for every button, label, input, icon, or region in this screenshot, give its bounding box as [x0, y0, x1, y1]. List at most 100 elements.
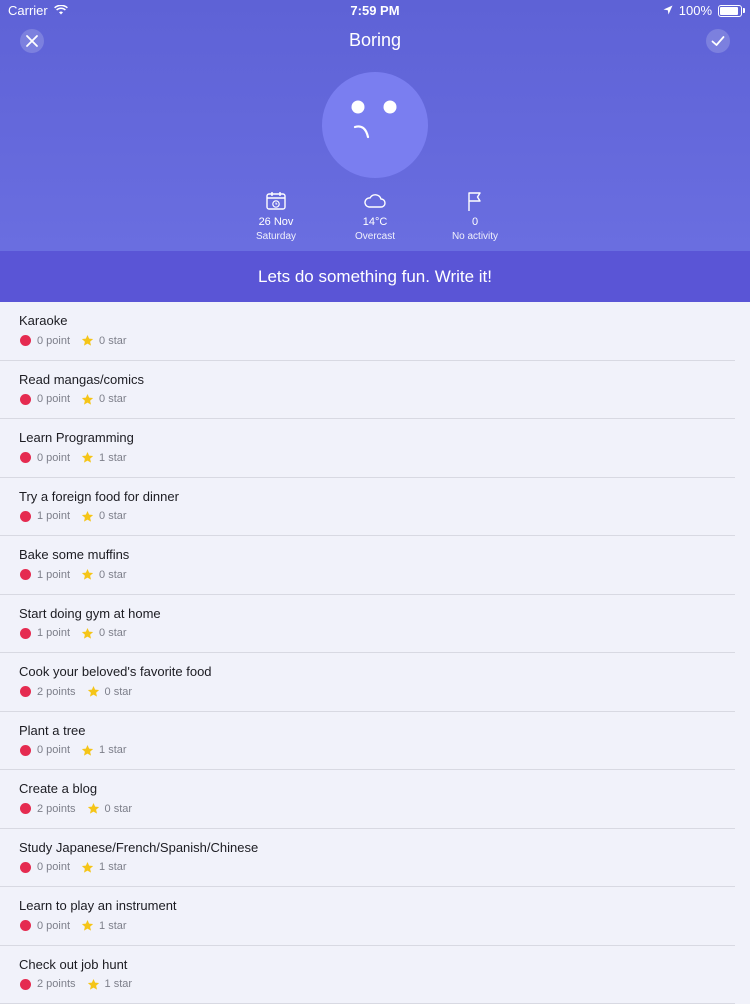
star-icon [87, 802, 100, 815]
activity-title: Read mangas/comics [19, 372, 144, 387]
activity-meta: 0 point 1 star [20, 744, 127, 757]
calendar-icon [265, 190, 287, 212]
activity-stars: 1 star [99, 861, 127, 873]
activity-title: Check out job hunt [19, 957, 127, 972]
activity-points: 1 point [37, 510, 70, 522]
list-item[interactable]: Start doing gym at home 1 point 0 star [0, 595, 735, 654]
list-item[interactable]: Bake some muffins 1 point 0 star [0, 536, 735, 595]
page-title: Boring [0, 30, 750, 51]
stat-activity: 0 No activity [415, 190, 535, 242]
star-icon [81, 334, 94, 347]
bored-face-icon [322, 72, 428, 178]
activity-points: 0 point [37, 393, 70, 405]
activity-title: Learn to play an instrument [19, 898, 177, 913]
battery-fill [720, 7, 738, 15]
activity-meta: 2 points 0 star [20, 685, 132, 698]
cloud-icon [363, 190, 387, 212]
day-stats: 26 Nov Saturday 14°C Overcast 0 No activ… [0, 190, 750, 246]
point-dot-icon [20, 862, 31, 873]
point-dot-icon [20, 394, 31, 405]
stat-activity-count: 0 [415, 216, 535, 228]
star-icon [81, 393, 94, 406]
star-icon [81, 627, 94, 640]
confirm-button[interactable] [706, 29, 730, 53]
activity-meta: 0 point 0 star [20, 334, 127, 347]
star-icon [81, 451, 94, 464]
activity-meta: 1 point 0 star [20, 568, 127, 581]
list-item[interactable]: Check out job hunt 2 points 1 star [0, 946, 735, 1004]
activity-meta: 0 point 1 star [20, 861, 127, 874]
activity-points: 1 point [37, 627, 70, 639]
activity-meta: 0 point 1 star [20, 919, 127, 932]
activity-meta: 0 point 0 star [20, 393, 127, 406]
point-dot-icon [20, 920, 31, 931]
activity-meta: 1 point0 star [20, 510, 127, 523]
star-icon [81, 861, 94, 874]
activity-meta: 1 point 0 star [20, 627, 127, 640]
write-activity-banner[interactable]: Lets do something fun. Write it! [0, 251, 750, 302]
battery-percent: 100% [679, 3, 712, 18]
list-item[interactable]: Karaoke 0 point 0 star [0, 302, 735, 361]
activity-stars: 0 star [99, 393, 127, 405]
clock: 7:59 PM [0, 3, 750, 18]
point-dot-icon [20, 335, 31, 346]
mood-face-avatar [322, 72, 428, 178]
list-item[interactable]: Read mangas/comics 0 point 0 star [0, 361, 735, 420]
activity-title: Karaoke [19, 313, 67, 328]
activity-title: Cook your beloved's favorite food [19, 664, 212, 679]
star-icon [81, 919, 94, 932]
location-arrow-icon [663, 3, 673, 18]
activity-points: 1 point [37, 569, 70, 581]
list-item[interactable]: Learn Programming 0 point 1 star [0, 419, 735, 478]
stat-activity-label: No activity [415, 231, 535, 242]
list-item[interactable]: Study Japanese/French/Spanish/Chinese 0 p… [0, 829, 735, 888]
point-dot-icon [20, 511, 31, 522]
star-icon [81, 510, 94, 523]
activity-title: Try a foreign food for dinner [19, 489, 179, 504]
point-dot-icon [20, 686, 31, 697]
activity-meta: 0 point 1 star [20, 451, 127, 464]
activity-title: Create a blog [19, 781, 97, 796]
list-item[interactable]: Try a foreign food for dinner 1 point0 st… [0, 478, 735, 537]
activity-meta: 2 points 0 star [20, 802, 132, 815]
activity-stars: 1 star [99, 920, 127, 932]
activity-points: 0 point [37, 861, 70, 873]
activity-title: Start doing gym at home [19, 606, 161, 621]
activity-points: 2 points [37, 803, 76, 815]
point-dot-icon [20, 569, 31, 580]
list-item[interactable]: Cook your beloved's favorite food 2 point… [0, 653, 735, 712]
activity-stars: 0 star [99, 569, 127, 581]
mood-header: Carrier 7:59 PM 100% Boring [0, 0, 750, 251]
star-icon [87, 685, 100, 698]
activity-stars: 0 star [99, 627, 127, 639]
activity-stars: 1 star [105, 978, 133, 990]
activity-stars: 0 star [99, 335, 127, 347]
activity-stars: 1 star [99, 744, 127, 756]
flag-icon [465, 190, 485, 212]
activity-points: 0 point [37, 335, 70, 347]
activity-stars: 0 star [105, 803, 133, 815]
activity-points: 2 points [37, 978, 76, 990]
point-dot-icon [20, 628, 31, 639]
star-icon [81, 568, 94, 581]
activity-stars: 0 star [105, 686, 133, 698]
activity-stars: 1 star [99, 452, 127, 464]
list-item[interactable]: Create a blog 2 points 0 star [0, 770, 735, 829]
list-item[interactable]: Learn to play an instrument 0 point 1 star [0, 887, 735, 946]
star-icon [81, 744, 94, 757]
checkmark-icon [711, 35, 725, 47]
activity-points: 2 points [37, 686, 76, 698]
point-dot-icon [20, 452, 31, 463]
star-icon [87, 978, 100, 991]
list-item[interactable]: Plant a tree0 point1 star [0, 712, 735, 771]
activity-points: 0 point [37, 452, 70, 464]
activity-points: 0 point [37, 920, 70, 932]
point-dot-icon [20, 803, 31, 814]
activity-title: Learn Programming [19, 430, 134, 445]
activity-points: 0 point [37, 744, 70, 756]
activity-meta: 2 points 1 star [20, 978, 132, 991]
point-dot-icon [20, 979, 31, 990]
activity-title: Study Japanese/French/Spanish/Chinese [19, 840, 258, 855]
battery-icon [718, 5, 742, 17]
activity-title: Bake some muffins [19, 547, 129, 562]
